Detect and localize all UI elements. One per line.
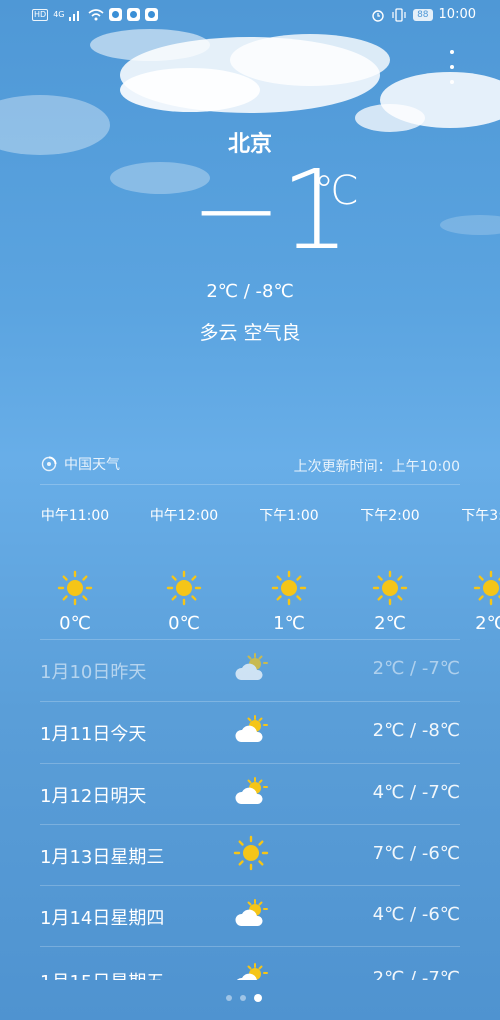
hour-temp: 2℃ xyxy=(475,613,500,634)
hour-item: 下午3:00 2℃ xyxy=(436,500,500,636)
day-range: 2℃ / -7℃ xyxy=(372,658,460,679)
weather-condition[interactable]: 多云 空气良 xyxy=(0,318,500,345)
hour-item: 下午1:00 1℃ xyxy=(234,500,344,636)
day-date: 1月11日今天 xyxy=(40,724,147,745)
day-date: 1月15日星期五 xyxy=(40,968,164,980)
alarm-icon xyxy=(372,9,384,22)
hour-item: 下午2:00 2℃ xyxy=(335,500,445,636)
battery-indicator: 88 xyxy=(413,8,433,21)
hour-temp: 0℃ xyxy=(59,613,91,634)
partly-cloudy-icon xyxy=(235,777,268,804)
last-updated: 上次更新时间：上午10:00 xyxy=(293,459,460,475)
hour-temp: 1℃ xyxy=(273,613,305,634)
daily-row[interactable]: 1月10日昨天 2℃ / -7℃ xyxy=(40,640,460,700)
divider xyxy=(40,946,460,947)
divider xyxy=(40,484,460,485)
partly-cloudy-icon xyxy=(235,899,268,926)
menu-dot-icon xyxy=(450,80,454,84)
wifi-icon xyxy=(88,8,105,20)
sun-icon xyxy=(233,835,269,871)
partly-cloudy-icon xyxy=(235,653,268,680)
app-notification-icon xyxy=(127,8,141,21)
daily-row[interactable]: 1月13日星期三 7℃ / -6℃ xyxy=(40,825,460,885)
hour-time: 下午1:00 xyxy=(259,508,319,524)
day-range: 4℃ / -7℃ xyxy=(372,782,460,803)
clock: 10:00 xyxy=(438,7,476,22)
page-dot-active[interactable] xyxy=(254,994,262,1002)
hourly-forecast[interactable]: 中午11:00 0℃ 中午12:00 0℃ 下午1:00 1℃ 下午2:00 2… xyxy=(0,500,500,640)
hour-item: 中午12:00 0℃ xyxy=(129,500,239,636)
day-range: 2℃ / -8℃ xyxy=(372,720,460,741)
sun-icon xyxy=(372,570,408,606)
source-name[interactable]: 中国天气 xyxy=(64,454,120,474)
daily-row[interactable]: 1月15日星期五 2℃ / -7℃ xyxy=(40,950,460,980)
day-range: 7℃ / -6℃ xyxy=(372,843,460,864)
page-indicator[interactable] xyxy=(226,994,262,1002)
partly-cloudy-icon xyxy=(235,715,268,742)
hour-item: 中午11:00 0℃ xyxy=(20,500,130,636)
temperature-unit: ℃ xyxy=(314,168,359,214)
hour-temp: 2℃ xyxy=(374,613,406,634)
sun-icon xyxy=(57,570,93,606)
signal-icon xyxy=(69,10,80,21)
sun-icon xyxy=(473,570,500,606)
day-date: 1月13日星期三 xyxy=(40,847,165,868)
day-date: 1月14日星期四 xyxy=(40,908,165,929)
partly-cloudy-icon xyxy=(237,963,268,980)
hd-indicator: HD xyxy=(32,8,49,21)
today-temperature-range: 2℃ / -8℃ xyxy=(206,281,294,302)
hour-time: 中午11:00 xyxy=(40,508,110,524)
sun-icon xyxy=(166,570,202,606)
sun-icon xyxy=(271,570,307,606)
day-date: 1月10日昨天 xyxy=(40,662,147,683)
day-date: 1月12日明天 xyxy=(40,786,147,807)
daily-row[interactable]: 1月12日明天 4℃ / -7℃ xyxy=(40,764,460,824)
app-notification-icon xyxy=(109,8,123,21)
menu-dot-icon xyxy=(450,65,454,69)
daily-row[interactable]: 1月14日星期四 4℃ / -6℃ xyxy=(40,886,460,946)
more-menu-button[interactable] xyxy=(444,50,460,84)
china-weather-logo-icon xyxy=(41,456,57,472)
vibrate-icon xyxy=(392,7,406,22)
hour-temp: 0℃ xyxy=(168,613,200,634)
hour-time: 中午12:00 xyxy=(149,508,219,524)
network-type: 4G xyxy=(53,9,65,19)
hour-time: 下午2:00 xyxy=(360,508,420,524)
source-row: 中国天气 上次更新时间：上午10:00 xyxy=(40,454,460,478)
app-notification-icon xyxy=(145,8,159,21)
menu-dot-icon xyxy=(450,50,454,54)
page-dot[interactable] xyxy=(226,995,232,1001)
status-bar: HD 4G 88 10:00 xyxy=(0,0,500,32)
day-range: 2℃ / -7℃ xyxy=(372,968,460,980)
daily-row[interactable]: 1月11日今天 2℃ / -8℃ xyxy=(40,702,460,762)
hour-time: 下午3:00 xyxy=(461,508,500,524)
page-dot[interactable] xyxy=(240,995,246,1001)
day-range: 4℃ / -6℃ xyxy=(372,904,460,925)
